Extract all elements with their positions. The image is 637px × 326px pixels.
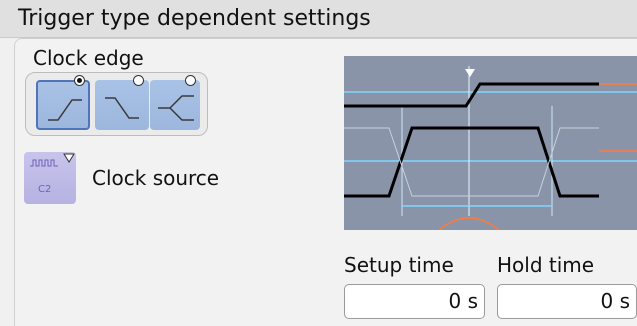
waveform-graphic [344, 66, 637, 231]
setup-hold-diagram [344, 56, 637, 231]
hold-time-field[interactable]: 0 s [497, 284, 637, 319]
setup-time-field[interactable]: 0 s [344, 284, 485, 319]
falling-edge-icon [105, 97, 139, 119]
rising-edge-icon [48, 99, 82, 121]
panel-title-bar: Trigger type dependent settings [0, 0, 637, 38]
trigger-settings-panel: Trigger type dependent settings Clock ed… [0, 0, 637, 326]
clock-source-label: Clock source [92, 166, 220, 190]
panel-title: Trigger type dependent settings [18, 6, 371, 31]
rising-edge-button[interactable] [36, 80, 90, 130]
setup-time-label: Setup time [344, 253, 454, 277]
falling-edge-radio[interactable] [133, 75, 144, 86]
clock-edge-label: Clock edge [33, 46, 144, 70]
both-edges-radio[interactable] [185, 75, 196, 86]
hold-time-label: Hold time [497, 253, 595, 277]
both-edges-button[interactable] [150, 80, 200, 130]
clock-source-button[interactable]: C2 [24, 152, 76, 204]
rising-edge-radio[interactable] [74, 75, 85, 86]
falling-edge-button[interactable] [95, 80, 149, 130]
both-edges-icon [158, 95, 194, 121]
clock-source-icon: C2 [30, 153, 75, 195]
svg-text:C2: C2 [38, 184, 51, 195]
